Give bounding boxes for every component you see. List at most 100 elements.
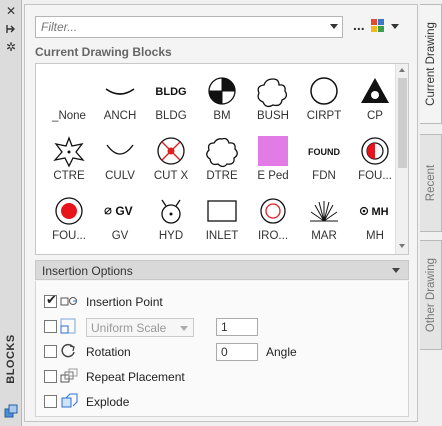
- block-label: CULV: [105, 170, 135, 182]
- anch-block-icon: [105, 88, 135, 95]
- block-label: FDN: [312, 170, 336, 182]
- rotation-icon: [61, 343, 75, 358]
- scale-value-input[interactable]: 1: [216, 318, 258, 336]
- rotation-label: Rotation: [86, 345, 131, 359]
- chevron-down-icon[interactable]: [330, 24, 338, 29]
- iro-block-icon: [260, 198, 286, 224]
- block-item-fou2[interactable]: FOU...: [42, 190, 96, 250]
- insertion-point-icon: [60, 297, 77, 306]
- repeat-placement-checkbox[interactable]: [44, 370, 57, 383]
- tab-recent[interactable]: Recent: [420, 134, 442, 232]
- block-item-bush[interactable]: BUSH: [246, 70, 300, 130]
- cirpt-block-icon: [310, 77, 338, 105]
- block-item-bm[interactable]: BM: [195, 70, 249, 130]
- uniform-scale-checkbox[interactable]: [44, 320, 57, 333]
- block-label: BLDG: [155, 110, 187, 122]
- block-item-anch[interactable]: ANCH: [93, 70, 147, 130]
- scale-mode-select[interactable]: Uniform Scale: [86, 318, 194, 337]
- block-label: DTRE: [206, 170, 238, 182]
- ctre-block-icon: [53, 136, 85, 168]
- view-options-button[interactable]: [371, 19, 401, 37]
- block-item-dtre[interactable]: DTRE: [195, 130, 249, 190]
- collapse-chevron-icon[interactable]: [392, 268, 400, 273]
- cp-block-icon: [361, 78, 389, 103]
- bm-block-icon: [208, 77, 236, 105]
- block-label: CTRE: [53, 170, 85, 182]
- block-item-cp[interactable]: CP: [348, 70, 402, 130]
- block-label: CIRPT: [306, 110, 342, 122]
- fdn-block-icon: FOUND: [308, 147, 340, 157]
- repeat-placement-icon: [60, 368, 78, 383]
- svg-text:BLDG: BLDG: [155, 86, 186, 98]
- scale-icon: [60, 318, 76, 334]
- block-item-gv[interactable]: GV GV: [93, 190, 147, 250]
- block-label: E Ped: [257, 170, 289, 182]
- browse-more-button[interactable]: ...: [353, 17, 367, 37]
- scroll-up-icon[interactable]: [399, 68, 405, 72]
- blocks-panel: ... Current Drawing Blocks _None ANCH BLDG…: [24, 4, 418, 422]
- block-label: FOU...: [358, 170, 392, 182]
- filter-input[interactable]: [36, 17, 322, 37]
- vertical-scrollbar[interactable]: [395, 64, 408, 254]
- explode-icon: [61, 393, 78, 408]
- block-item-iro[interactable]: IRO...: [246, 190, 300, 250]
- scroll-down-icon[interactable]: [399, 244, 405, 248]
- filter-combobox[interactable]: [35, 16, 343, 38]
- svg-text:GV: GV: [115, 204, 132, 218]
- block-item-eped[interactable]: E Ped: [246, 130, 300, 190]
- chevron-down-icon: [391, 24, 399, 29]
- block-label: _None: [52, 110, 86, 122]
- cutx-block-icon: [157, 137, 185, 165]
- insertion-options-title: Insertion Options: [42, 264, 133, 278]
- block-item-inlet[interactable]: INLET: [195, 190, 249, 250]
- block-item-fdn[interactable]: FOUND FDN: [297, 130, 351, 190]
- palette-title: BLOCKS: [5, 334, 17, 384]
- section-title: Current Drawing Blocks: [35, 45, 172, 59]
- block-item-culv[interactable]: CULV: [93, 130, 147, 190]
- eped-block-icon: [258, 136, 288, 166]
- block-item-ctre[interactable]: CTRE: [42, 130, 96, 190]
- hyd-block-icon: [161, 199, 181, 224]
- rotation-checkbox[interactable]: [44, 345, 57, 358]
- svg-text:MH: MH: [371, 206, 388, 218]
- block-item-cirpt[interactable]: CIRPT: [297, 70, 351, 130]
- inlet-block-icon: [207, 200, 237, 222]
- explode-label: Explode: [86, 395, 130, 409]
- block-label: MAR: [311, 230, 337, 242]
- block-item-fou1[interactable]: FOU...: [348, 130, 402, 190]
- insertion-options-header[interactable]: Insertion Options: [35, 260, 409, 280]
- insertion-point-checkbox[interactable]: ✔: [44, 293, 57, 308]
- fou2-block-icon: [55, 197, 83, 225]
- close-icon[interactable]: ✕: [4, 4, 18, 18]
- chevron-down-icon: [180, 326, 188, 331]
- block-label: BUSH: [257, 110, 289, 122]
- block-label: MH: [366, 230, 384, 242]
- block-label: IRO...: [257, 230, 289, 242]
- blocks-palette-icon: [4, 404, 18, 418]
- dtre-block-icon: [206, 137, 238, 168]
- mar-block-icon: [310, 201, 338, 222]
- tab-current-drawing[interactable]: Current Drawing: [420, 4, 442, 124]
- repeat-placement-label: Repeat Placement: [86, 370, 185, 384]
- explode-checkbox[interactable]: [44, 395, 57, 408]
- block-item-mh[interactable]: MH MH: [348, 190, 402, 250]
- properties-gear-icon[interactable]: ✲: [4, 40, 18, 54]
- block-item-mar[interactable]: MAR: [297, 190, 351, 250]
- mh-block-icon: MH: [359, 206, 389, 218]
- bldg-block-icon: BLDG: [155, 86, 186, 98]
- bush-block-icon: [257, 78, 288, 108]
- block-label: ANCH: [103, 110, 137, 122]
- block-item-cutx[interactable]: CUT X: [144, 130, 198, 190]
- block-label: CP: [367, 110, 383, 122]
- culv-block-icon: [106, 144, 134, 155]
- block-item-hyd[interactable]: HYD: [144, 190, 198, 250]
- tab-other-drawing[interactable]: Other Drawing: [420, 240, 442, 350]
- block-item-bldg[interactable]: BLDG BLDG: [144, 70, 198, 130]
- auto-hide-icon[interactable]: [4, 22, 18, 36]
- thumbnail-grid-icon: [371, 19, 385, 33]
- rotation-angle-input[interactable]: 0: [216, 343, 258, 361]
- angle-label: Angle: [266, 345, 297, 359]
- block-item-none[interactable]: _None: [42, 70, 96, 130]
- scrollbar-thumb[interactable]: [398, 78, 407, 168]
- palette-titlebar: ✕ ✲ BLOCKS: [0, 0, 22, 426]
